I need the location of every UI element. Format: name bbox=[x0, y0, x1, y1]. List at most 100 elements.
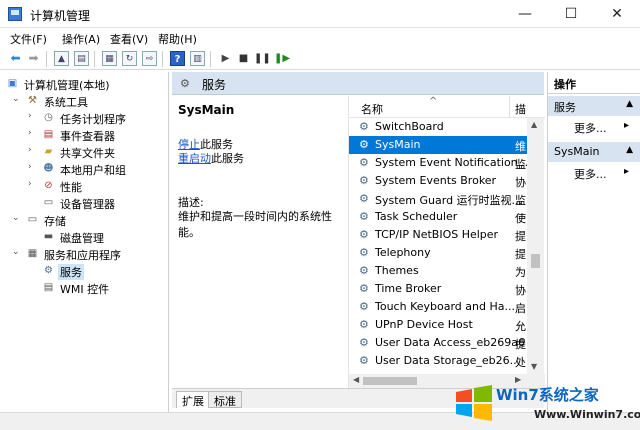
service-row[interactable]: ⚙ Task Scheduler 使 bbox=[349, 208, 527, 226]
service-description: 协 bbox=[515, 176, 526, 189]
service-name: Themes bbox=[375, 264, 419, 277]
forward-arrow-icon[interactable]: ➡ bbox=[26, 51, 41, 66]
gear-icon: ⚙ bbox=[359, 228, 369, 241]
service-description: 处 bbox=[515, 356, 526, 369]
scroll-left-arrow-icon[interactable]: ◀ bbox=[353, 375, 359, 384]
collapse-arrow-icon[interactable]: › bbox=[28, 162, 38, 172]
start-service-icon[interactable]: ▶ bbox=[218, 51, 233, 66]
show-hide-tree-icon[interactable]: ▤ bbox=[74, 51, 89, 66]
service-row[interactable]: ⚙ TCP/IP NetBIOS Helper 提 bbox=[349, 226, 527, 244]
services-header: ⚙ 服务 bbox=[172, 72, 544, 95]
computer-management-icon bbox=[8, 7, 22, 21]
tree-item-shared-folders[interactable]: › ▰ 共享文件夹 bbox=[0, 144, 168, 161]
column-header-name[interactable]: 名称 bbox=[361, 101, 383, 117]
gear-icon: ⚙ bbox=[359, 174, 369, 187]
tree-item-root[interactable]: ▣ 计算机管理(本地) bbox=[0, 76, 168, 93]
performance-icon: ⊘ bbox=[44, 180, 53, 191]
service-row[interactable]: ⚙ Touch Keyboard and Ha... 启 bbox=[349, 298, 527, 316]
close-button[interactable]: ✕ bbox=[594, 0, 640, 28]
tree-item-wmi[interactable]: ▤ WMI 控件 bbox=[0, 280, 168, 297]
tree-item-system-tools[interactable]: ⌄ ⚒ 系统工具 bbox=[0, 93, 168, 110]
collapse-arrow-icon[interactable]: › bbox=[28, 128, 38, 138]
collapse-arrow-icon[interactable]: › bbox=[28, 145, 38, 155]
expand-arrow-icon[interactable]: ⌄ bbox=[12, 94, 22, 104]
tab-standard[interactable]: 标准 bbox=[208, 391, 242, 408]
maximize-button[interactable]: ☐ bbox=[548, 0, 594, 28]
service-row[interactable]: ⚙ Telephony 提 bbox=[349, 244, 527, 262]
collapse-arrow-icon[interactable]: › bbox=[28, 111, 38, 121]
pause-service-icon[interactable]: ❚❚ bbox=[254, 51, 271, 66]
service-row[interactable]: ⚙ UPnP Device Host 允 bbox=[349, 316, 527, 334]
service-name: UPnP Device Host bbox=[375, 318, 473, 331]
service-row[interactable]: ⚙ Time Broker 协 bbox=[349, 280, 527, 298]
tree-item-services[interactable]: ⚙ 服务 bbox=[0, 263, 168, 280]
actions-title: 操作 bbox=[548, 72, 640, 94]
tree-item-storage[interactable]: ⌄ ▭ 存储 bbox=[0, 212, 168, 229]
gear-icon: ⚙ bbox=[359, 264, 369, 277]
menu-help[interactable]: 帮助(H) bbox=[158, 31, 197, 47]
service-row[interactable]: ⚙ User Data Access_eb269a6 提 bbox=[349, 334, 527, 352]
actions-group-services[interactable]: 服务 ▲ bbox=[548, 96, 640, 116]
collapse-caret-icon[interactable]: ▲ bbox=[626, 99, 633, 109]
column-header-description[interactable]: 描 bbox=[515, 101, 526, 117]
tree-item-services-apps[interactable]: ⌄ ▦ 服务和应用程序 bbox=[0, 246, 168, 263]
window-title: 计算机管理 bbox=[30, 9, 91, 23]
refresh-icon[interactable]: ↻ bbox=[122, 51, 137, 66]
scrollbar-thumb[interactable] bbox=[531, 254, 540, 268]
minimize-button[interactable]: — bbox=[502, 0, 548, 28]
more-actions-services[interactable]: 更多... ▸ bbox=[574, 120, 629, 136]
service-row[interactable]: ⚙ System Events Broker 协 bbox=[349, 172, 527, 190]
column-divider[interactable] bbox=[509, 96, 510, 118]
more-actions-sysmain[interactable]: 更多... ▸ bbox=[574, 166, 629, 182]
scroll-down-arrow-icon[interactable]: ▼ bbox=[531, 362, 537, 371]
back-arrow-icon[interactable]: ⬅ bbox=[8, 51, 23, 66]
up-folder-icon[interactable]: ▲ bbox=[54, 51, 69, 66]
vertical-scrollbar[interactable]: ▲ ▼ bbox=[527, 118, 544, 374]
tree-item-disk-management[interactable]: ▬ 磁盘管理 bbox=[0, 229, 168, 246]
service-row[interactable]: ⚙ SwitchBoard bbox=[349, 118, 527, 136]
help-icon[interactable]: ? bbox=[170, 51, 185, 66]
scrollbar-thumb[interactable] bbox=[363, 377, 417, 385]
tree-item-local-users[interactable]: › ☻ 本地用户和组 bbox=[0, 161, 168, 178]
service-row[interactable]: ⚙ SysMain 维 bbox=[349, 136, 527, 154]
export-list-icon[interactable]: ⇨ bbox=[142, 51, 157, 66]
tree-item-task-scheduler[interactable]: › ◷ 任务计划程序 bbox=[0, 110, 168, 127]
tree-item-performance[interactable]: › ⊘ 性能 bbox=[0, 178, 168, 195]
tab-extended[interactable]: 扩展 bbox=[176, 391, 210, 408]
gear-icon: ⚙ bbox=[359, 354, 369, 367]
collapse-caret-icon[interactable]: ▲ bbox=[626, 145, 633, 155]
restart-service-link[interactable]: 重启动 bbox=[178, 152, 211, 165]
tree-item-device-manager[interactable]: ▭ 设备管理器 bbox=[0, 195, 168, 212]
service-name: SwitchBoard bbox=[375, 120, 444, 133]
expand-arrow-icon[interactable]: ⌄ bbox=[12, 213, 22, 223]
service-description: 监 bbox=[515, 194, 526, 207]
service-row[interactable]: ⚙ System Event Notification... 监 bbox=[349, 154, 527, 172]
service-description: 启 bbox=[515, 302, 526, 315]
restart-service-suffix: 此服务 bbox=[211, 152, 244, 165]
service-row[interactable]: ⚙ System Guard 运行时监视... 监 bbox=[349, 190, 527, 208]
menu-file[interactable]: 文件(F) bbox=[10, 31, 47, 47]
toolbar: ⬅ ➡ ▲ ▤ ▦ ↻ ⇨ ? ▥ ▶ ■ ❚❚ ❚▶ bbox=[0, 48, 640, 70]
stop-service-icon[interactable]: ■ bbox=[236, 51, 251, 66]
service-description: 为 bbox=[515, 266, 526, 279]
action-pane-icon[interactable]: ▥ bbox=[190, 51, 205, 66]
gear-icon: ⚙ bbox=[44, 265, 53, 276]
collapse-arrow-icon[interactable]: › bbox=[28, 179, 38, 189]
service-row[interactable]: ⚙ User Data Storage_eb26... 处 bbox=[349, 352, 527, 370]
menu-view[interactable]: 查看(V) bbox=[110, 31, 148, 47]
properties-icon[interactable]: ▦ bbox=[102, 51, 117, 66]
storage-icon: ▭ bbox=[27, 214, 38, 225]
gear-icon: ⚙ bbox=[359, 246, 369, 259]
service-description: 提 bbox=[515, 248, 526, 261]
tree-item-label: 服务和应用程序 bbox=[44, 249, 121, 262]
service-row[interactable]: ⚙ Themes 为 bbox=[349, 262, 527, 280]
scroll-up-arrow-icon[interactable]: ▲ bbox=[531, 120, 537, 129]
tree-item-event-viewer[interactable]: › ▤ 事件查看器 bbox=[0, 127, 168, 144]
service-description: 协 bbox=[515, 284, 526, 297]
restart-service-icon[interactable]: ❚▶ bbox=[274, 51, 290, 66]
tree-item-label: 存储 bbox=[44, 215, 66, 228]
expand-arrow-icon[interactable]: ⌄ bbox=[12, 247, 22, 257]
menu-action[interactable]: 操作(A) bbox=[62, 31, 100, 47]
selected-service-title: SysMain bbox=[178, 103, 235, 117]
actions-group-sysmain[interactable]: SysMain ▲ bbox=[548, 142, 640, 162]
